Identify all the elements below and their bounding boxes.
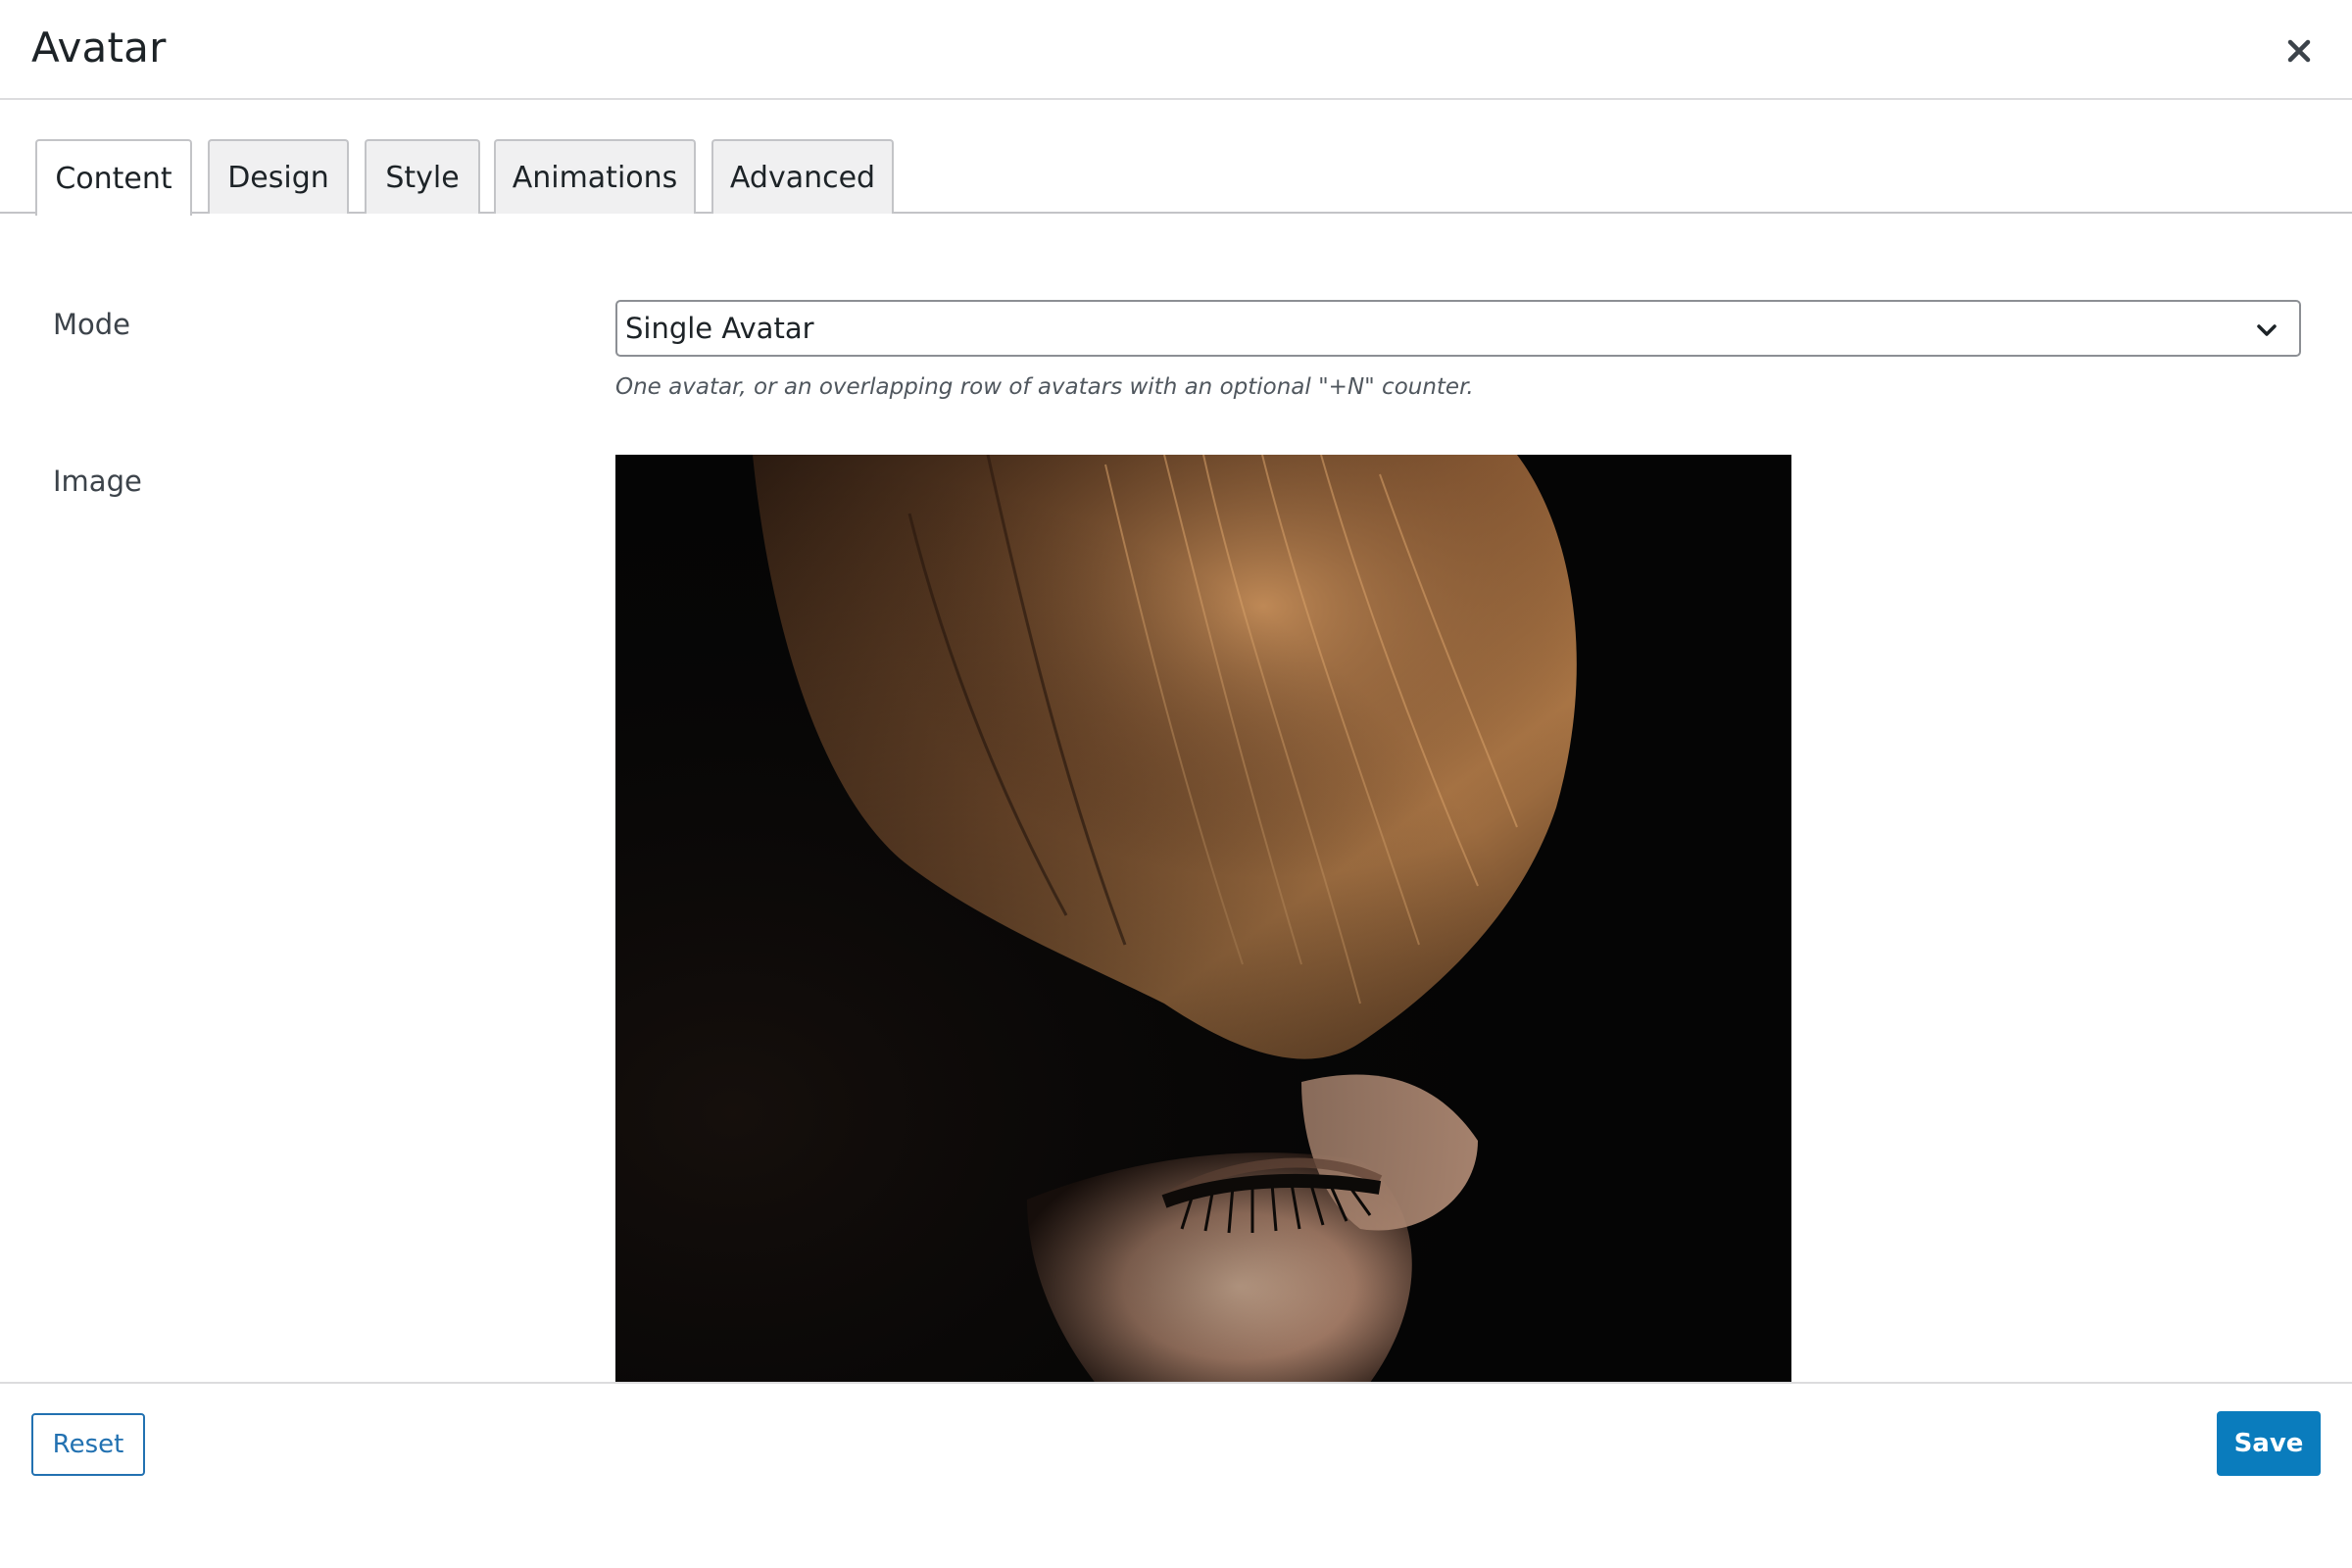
close-icon bbox=[2287, 39, 2311, 63]
tab-style[interactable]: Style bbox=[365, 139, 480, 214]
tab-animations[interactable]: Animations bbox=[494, 139, 696, 214]
close-button[interactable] bbox=[2278, 29, 2321, 73]
tab-design[interactable]: Design bbox=[208, 139, 349, 214]
avatar-image-preview[interactable] bbox=[615, 455, 1791, 1382]
modal-body: Mode Single Avatar One avatar, or an ove… bbox=[0, 214, 2352, 1382]
tab-bar: Content Design Style Animations Advanced bbox=[0, 100, 2352, 216]
avatar-photo bbox=[615, 455, 1791, 1382]
reset-button[interactable]: Reset bbox=[31, 1413, 145, 1476]
mode-label: Mode bbox=[53, 308, 131, 341]
mode-select-value: Single Avatar bbox=[625, 312, 814, 345]
modal-header: Avatar bbox=[0, 0, 2352, 100]
modal-footer: Reset Save bbox=[0, 1382, 2352, 1568]
save-button[interactable]: Save bbox=[2217, 1411, 2321, 1476]
image-label: Image bbox=[53, 465, 142, 498]
tab-content[interactable]: Content bbox=[35, 139, 192, 216]
tab-advanced[interactable]: Advanced bbox=[711, 139, 894, 214]
modal-title: Avatar bbox=[31, 24, 167, 72]
avatar-modal: Avatar Content Design Style Animations A… bbox=[0, 0, 2352, 1568]
chevron-down-icon bbox=[2257, 324, 2277, 336]
mode-description: One avatar, or an overlapping row of ava… bbox=[615, 374, 1474, 400]
mode-select[interactable]: Single Avatar bbox=[615, 300, 2301, 357]
